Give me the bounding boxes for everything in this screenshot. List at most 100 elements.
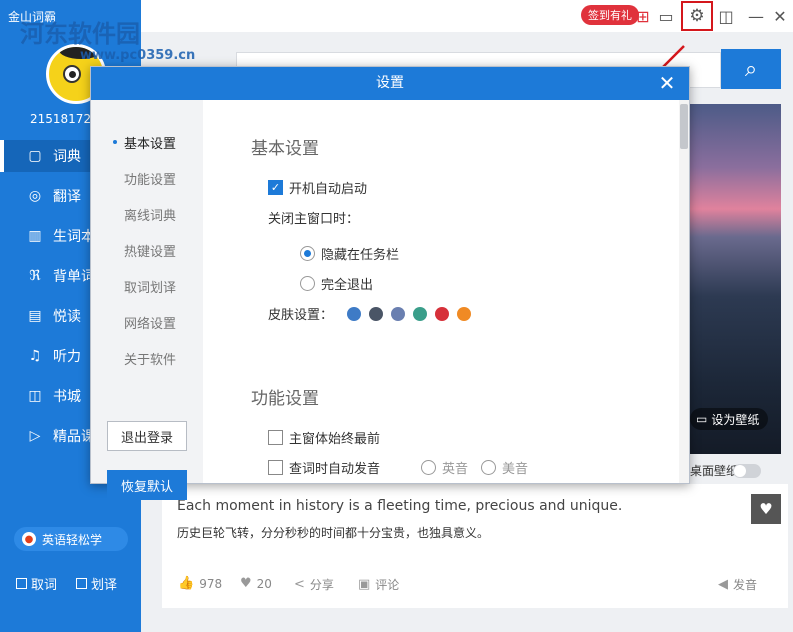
topmost-label: 主窗体始终最前 bbox=[289, 432, 381, 447]
comment-button[interactable]: ▣ 评论 bbox=[358, 576, 399, 593]
share-label: 分享 bbox=[309, 578, 334, 592]
watermark-url: www.pc0359.cn bbox=[80, 48, 196, 63]
word-select-checkbox[interactable]: 划译 bbox=[76, 574, 117, 593]
user-id: 215181729 bbox=[30, 112, 99, 126]
skin-swatch[interactable] bbox=[413, 306, 428, 321]
avatar-pupil bbox=[69, 71, 76, 78]
skin-swatch[interactable] bbox=[391, 306, 406, 321]
translate-icon: ◎ bbox=[28, 188, 42, 204]
logout-button[interactable]: 退出登录 bbox=[107, 421, 187, 451]
like-button[interactable]: 👍 978 bbox=[178, 576, 222, 591]
book-icon: ▢ bbox=[28, 148, 42, 164]
word-lookup-checkbox[interactable]: 取词 bbox=[16, 574, 57, 593]
sidebar-item-label: 词典 bbox=[53, 149, 81, 165]
settings-nav-network[interactable]: 网络设置 bbox=[91, 312, 203, 332]
close-window-icon[interactable]: ✕ bbox=[768, 4, 792, 28]
set-wallpaper-button[interactable]: ▭ 设为壁纸 bbox=[690, 408, 768, 430]
gift-icon[interactable]: ⊞ bbox=[631, 4, 655, 28]
heart-button[interactable]: ♥ 20 bbox=[240, 576, 272, 591]
auto-pronounce-checkbox[interactable]: 查词时自动发音 bbox=[268, 458, 380, 477]
uk-label: 英音 bbox=[442, 462, 469, 477]
section-title-function: 功能设置 bbox=[251, 389, 319, 409]
settings-nav-basic[interactable]: 基本设置 bbox=[91, 132, 203, 152]
search-button[interactable]: ⌕ bbox=[721, 49, 781, 89]
bookstore-icon: ◫ bbox=[28, 388, 42, 404]
desktop-wallpaper-toggle[interactable] bbox=[733, 464, 761, 478]
skin-swatch[interactable] bbox=[347, 306, 362, 321]
hide-tray-label: 隐藏在任务栏 bbox=[321, 248, 400, 263]
pronounce-button[interactable]: ◀ 发音 bbox=[718, 576, 757, 593]
course-icon: ▷ bbox=[29, 428, 41, 444]
comment-label: 评论 bbox=[375, 578, 400, 592]
settings-nav-hotkeys[interactable]: 热键设置 bbox=[91, 240, 203, 260]
minimize-icon[interactable]: — bbox=[744, 4, 768, 28]
skin-label: 皮肤设置： bbox=[268, 308, 334, 323]
close-icon[interactable]: ✕ bbox=[655, 71, 679, 95]
settings-content: 基本设置 ✓ 开机自动启动 关闭主窗口时： 隐藏在任务栏 完全退出 皮肤设置： … bbox=[203, 100, 679, 483]
favorite-button[interactable]: ♥ bbox=[751, 494, 781, 524]
message-icon[interactable]: ▭ bbox=[654, 4, 678, 28]
wallpaper-image bbox=[690, 104, 781, 454]
share-icon: < bbox=[294, 577, 305, 592]
checkbox-icon bbox=[268, 460, 283, 475]
share-button[interactable]: < 分享 bbox=[294, 576, 334, 593]
reading-icon: ▤ bbox=[28, 308, 42, 324]
desktop-wallpaper-label: 桌面壁纸 bbox=[690, 464, 739, 478]
sidebar-item-label: 精品课 bbox=[53, 429, 95, 445]
set-wallpaper-label: 设为壁纸 bbox=[711, 412, 760, 427]
scrollbar-thumb[interactable] bbox=[680, 104, 688, 149]
autostart-label: 开机自动启动 bbox=[289, 182, 368, 197]
settings-dialog: 设置 ✕ 基本设置 功能设置 离线词典 热键设置 取词划译 网络设置 关于软件 … bbox=[90, 66, 690, 500]
easy-english-label: 英语轻松学 bbox=[42, 532, 103, 547]
settings-gear-icon[interactable]: ⚙ bbox=[681, 1, 713, 31]
dialog-header: 设置 ✕ bbox=[91, 67, 689, 100]
skin-setting-row: 皮肤设置： bbox=[268, 304, 479, 323]
comment-icon: ▣ bbox=[358, 577, 371, 592]
sidebar-item-label: 背单词 bbox=[53, 269, 95, 285]
word-lookup-label: 取词 bbox=[31, 578, 58, 593]
us-accent-radio[interactable]: 美音 bbox=[481, 458, 528, 477]
uk-accent-radio[interactable]: 英音 bbox=[421, 458, 468, 477]
sidebar-item-label: 听力 bbox=[53, 349, 81, 365]
radio-selected-icon bbox=[300, 246, 315, 261]
mini-mode-icon[interactable]: ◫ bbox=[714, 4, 738, 28]
exit-radio[interactable]: 完全退出 bbox=[300, 274, 373, 293]
settings-nav-function[interactable]: 功能设置 bbox=[91, 168, 203, 188]
memorize-icon: ℜ bbox=[29, 268, 41, 284]
skin-swatch[interactable] bbox=[369, 306, 384, 321]
skin-swatch[interactable] bbox=[435, 306, 450, 321]
easy-english-button[interactable]: ● 英语轻松学 bbox=[14, 527, 128, 551]
settings-nav-offline-dict[interactable]: 离线词典 bbox=[91, 204, 203, 224]
heart-icon: ♥ bbox=[759, 500, 773, 518]
settings-nav-word-capture[interactable]: 取词划译 bbox=[91, 276, 203, 296]
checkbox-checked-icon: ✓ bbox=[268, 180, 283, 195]
skin-swatch[interactable] bbox=[457, 306, 472, 321]
daily-sentence-card: Each moment in history is a fleeting tim… bbox=[162, 484, 788, 608]
notebook-icon: ▥ bbox=[28, 228, 42, 244]
radio-icon bbox=[300, 276, 315, 291]
us-label: 美音 bbox=[502, 462, 529, 477]
daily-english: Each moment in history is a fleeting tim… bbox=[177, 498, 623, 514]
headphones-icon: ♫ bbox=[28, 348, 42, 364]
restore-defaults-button[interactable]: 恢复默认 bbox=[107, 470, 187, 500]
topmost-checkbox[interactable]: 主窗体始终最前 bbox=[268, 428, 380, 447]
pronounce-label: 发音 bbox=[733, 578, 758, 592]
section-title-basic: 基本设置 bbox=[251, 139, 319, 159]
dialog-title: 设置 bbox=[376, 75, 404, 91]
settings-nav: 基本设置 功能设置 离线词典 热键设置 取词划译 网络设置 关于软件 退出登录 … bbox=[91, 100, 203, 500]
sidebar-item-label: 翻译 bbox=[53, 189, 81, 205]
daily-chinese: 历史巨轮飞转，分分秒秒的时间都十分宝贵，也独具意义。 bbox=[177, 526, 490, 540]
sidebar-item-label: 悦读 bbox=[53, 309, 81, 325]
checkbox-icon bbox=[268, 430, 283, 445]
top-bar: 签到有礼 ⊞ ▭ ⚙ ◫ — ✕ bbox=[141, 0, 793, 32]
monitor-icon: ▭ bbox=[696, 412, 708, 426]
thumbs-up-icon: 👍 bbox=[178, 576, 195, 591]
checkbox-box bbox=[76, 578, 87, 589]
scrollbar-track[interactable] bbox=[679, 100, 689, 483]
search-icon: ⌕ bbox=[744, 56, 758, 82]
autostart-checkbox[interactable]: ✓ 开机自动启动 bbox=[268, 178, 367, 197]
sidebar-item-label: 生词本 bbox=[53, 229, 95, 245]
settings-nav-about[interactable]: 关于软件 bbox=[91, 348, 203, 368]
watermark-text: 河东软件园 bbox=[20, 19, 140, 48]
hide-tray-radio[interactable]: 隐藏在任务栏 bbox=[300, 244, 399, 263]
